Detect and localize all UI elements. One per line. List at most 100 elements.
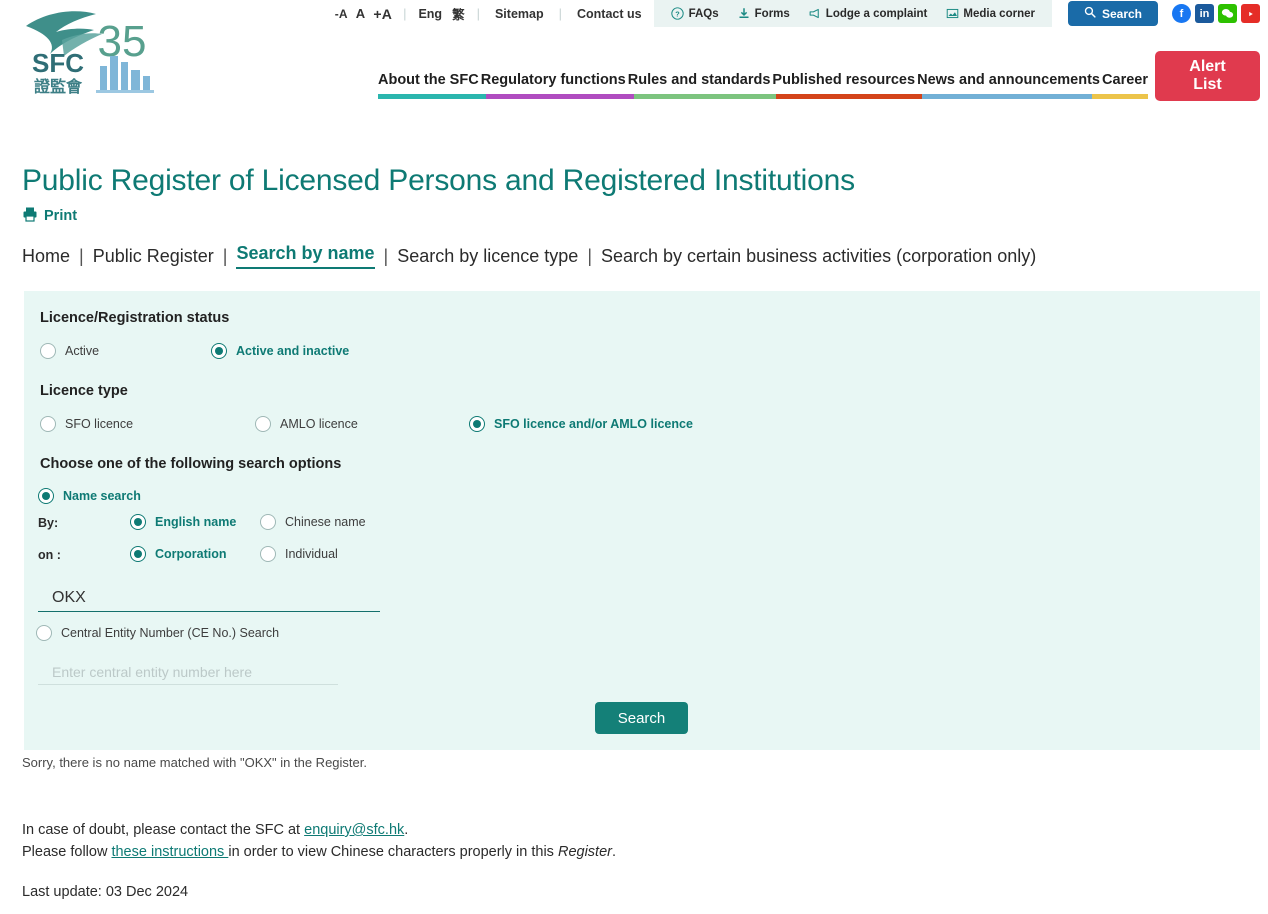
forms-link[interactable]: Forms: [728, 7, 799, 21]
forms-label: Forms: [754, 7, 790, 20]
footer-instructions-mid: in order to view Chinese characters prop…: [228, 844, 558, 860]
sfc-logo[interactable]: SFC 證監會 35: [18, 4, 168, 100]
radio-label: Chinese name: [285, 515, 366, 529]
nav-underline-news: [922, 94, 1092, 99]
question-circle-icon: ?: [671, 7, 685, 21]
footer-instructions-prefix: Please follow: [22, 844, 112, 860]
breadcrumb-item-search-by-business-activities[interactable]: Search by certain business activities (c…: [601, 246, 1036, 267]
nav-item-about-the-sfc[interactable]: About the SFC: [378, 72, 479, 88]
radio-label: Active: [65, 344, 100, 358]
licence-type-heading: Licence type: [40, 383, 128, 399]
last-update-text: Last update: 03 Dec 2024: [22, 884, 189, 900]
utility-links-group: ? FAQs Forms Lodge a complaint Media cor…: [653, 0, 1052, 27]
header-search-button[interactable]: Search: [1067, 1, 1158, 26]
svg-text:SFC: SFC: [32, 48, 84, 78]
breadcrumb-item-search-by-name[interactable]: Search by name: [236, 243, 375, 269]
central-entity-number-input[interactable]: [38, 661, 338, 685]
radio-by-chinese-name[interactable]: Chinese name: [260, 514, 366, 530]
nav-underline-rules: [634, 94, 776, 99]
nav-underline-regulatory: [486, 94, 634, 99]
linkedin-icon[interactable]: in: [1195, 4, 1214, 23]
alert-list-button[interactable]: Alert List: [1155, 51, 1260, 101]
facebook-icon[interactable]: f: [1172, 4, 1191, 23]
register-emphasis: Register: [557, 844, 612, 860]
footer-notes: In case of doubt, please contact the SFC…: [22, 819, 616, 863]
radio-indicator: [211, 343, 227, 359]
youtube-icon[interactable]: [1241, 4, 1260, 23]
lodge-complaint-link[interactable]: Lodge a complaint: [799, 7, 937, 21]
nav-item-published-resources[interactable]: Published resources: [772, 72, 915, 88]
nav-item-rules-and-standards[interactable]: Rules and standards: [628, 72, 771, 88]
radio-label: Corporation: [155, 547, 227, 561]
footer-line-instructions: Please follow these instructions in orde…: [22, 841, 616, 863]
svg-text:證監會: 證監會: [34, 77, 83, 96]
contact-us-link[interactable]: Contact us: [569, 7, 650, 21]
radio-label: Name search: [63, 489, 141, 503]
divider: |: [558, 6, 562, 21]
search-form-panel: Licence/Registration status Active Activ…: [24, 291, 1260, 750]
radio-indicator: [255, 416, 271, 432]
text-size-increase[interactable]: +A: [369, 6, 396, 22]
header-search-label: Search: [1101, 6, 1142, 21]
footer-contact-prefix: In case of doubt, please contact the SFC…: [22, 822, 305, 838]
radio-indicator: [130, 546, 146, 562]
radio-label: Central Entity Number (CE No.) Search: [61, 626, 280, 640]
nav-underline-career: [1092, 94, 1148, 99]
breadcrumb-item-search-by-licence-type[interactable]: Search by licence type: [397, 246, 578, 267]
enquiry-email-link[interactable]: enquiry@sfc.hk: [304, 822, 404, 838]
radio-label: English name: [155, 515, 237, 529]
footer-instructions-suffix: .: [611, 844, 616, 860]
nav-item-regulatory-functions[interactable]: Regulatory functions: [481, 72, 626, 88]
radio-name-search[interactable]: Name search: [38, 488, 141, 504]
text-size-normal[interactable]: A: [352, 6, 370, 21]
radio-indicator: [40, 416, 56, 432]
search-options-heading: Choose one of the following search optio…: [40, 456, 342, 472]
name-search-input[interactable]: [38, 586, 380, 612]
image-icon: [945, 7, 959, 21]
breadcrumb-item-public-register[interactable]: Public Register: [93, 246, 214, 267]
nav-item-career[interactable]: Career: [1102, 72, 1148, 88]
radio-ce-number-search[interactable]: Central Entity Number (CE No.) Search: [36, 625, 279, 641]
megaphone-icon: [808, 7, 822, 21]
radio-on-individual[interactable]: Individual: [260, 546, 338, 562]
media-corner-label: Media corner: [963, 7, 1035, 20]
breadcrumb: Home | Public Register | Search by name …: [22, 243, 1036, 269]
footer-contact-suffix: .: [404, 822, 409, 838]
divider: |: [476, 6, 480, 21]
text-size-decrease[interactable]: -A: [331, 7, 352, 21]
sitemap-link[interactable]: Sitemap: [487, 7, 552, 21]
page-title: Public Register of Licensed Persons and …: [22, 164, 855, 198]
download-icon: [737, 7, 751, 21]
language-english[interactable]: Eng: [413, 7, 447, 21]
faqs-label: FAQs: [688, 7, 719, 20]
radio-status-active-and-inactive[interactable]: Active and inactive: [211, 343, 349, 359]
radio-licence-amlo[interactable]: AMLO licence: [255, 416, 358, 432]
radio-label: AMLO licence: [280, 417, 358, 431]
alert-list-line2: List: [1193, 76, 1222, 93]
radio-on-corporation[interactable]: Corporation: [130, 546, 227, 562]
main-navigation: About the SFC Regulatory functions Rules…: [378, 60, 1148, 99]
radio-by-english-name[interactable]: English name: [130, 514, 236, 530]
radio-indicator: [469, 416, 485, 432]
breadcrumb-item-home[interactable]: Home: [22, 246, 70, 267]
media-corner-link[interactable]: Media corner: [936, 7, 1044, 21]
radio-indicator: [36, 625, 52, 641]
nav-underline-about: [378, 94, 486, 99]
breadcrumb-separator: |: [222, 245, 228, 266]
social-links: f in: [1172, 4, 1260, 23]
radio-indicator: [260, 546, 276, 562]
radio-indicator: [130, 514, 146, 530]
footer-line-contact: In case of doubt, please contact the SFC…: [22, 819, 616, 841]
nav-item-news-and-announcements[interactable]: News and announcements: [917, 72, 1100, 88]
these-instructions-link[interactable]: these instructions: [111, 844, 228, 860]
language-traditional-chinese[interactable]: 繁: [447, 4, 470, 23]
search-submit-button[interactable]: Search: [595, 702, 688, 734]
lodge-complaint-label: Lodge a complaint: [825, 7, 928, 20]
radio-label: SFO licence and/or AMLO licence: [494, 417, 693, 431]
radio-status-active[interactable]: Active: [40, 343, 99, 359]
wechat-icon[interactable]: [1218, 4, 1237, 23]
print-button[interactable]: Print: [22, 206, 77, 226]
radio-licence-sfo[interactable]: SFO licence: [40, 416, 133, 432]
radio-licence-sfo-and-or-amlo[interactable]: SFO licence and/or AMLO licence: [469, 416, 693, 432]
faqs-link[interactable]: ? FAQs: [662, 7, 728, 21]
